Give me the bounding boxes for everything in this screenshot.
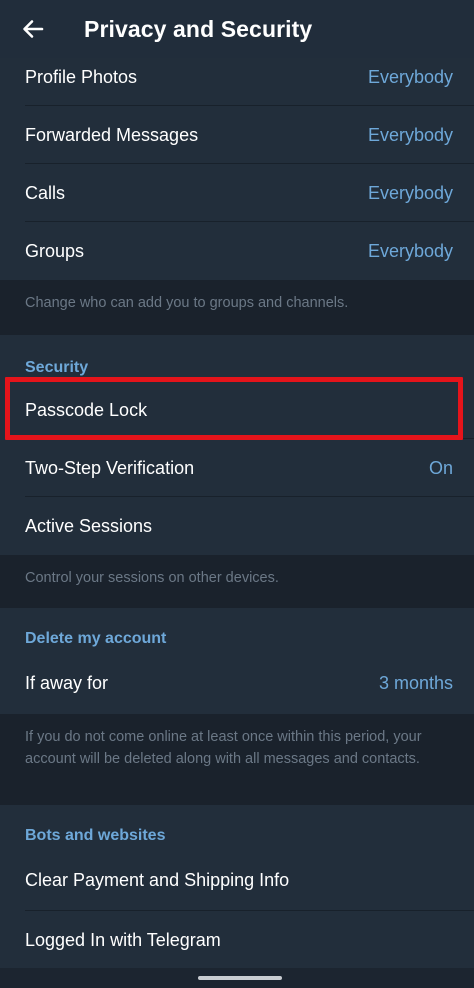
row-value: On (428, 457, 453, 478)
page-title: Privacy and Security (84, 15, 313, 42)
section-header-delete-account: Delete my account (25, 630, 167, 647)
security-card: Security Passcode Lock Two-Step Verifica… (0, 335, 474, 555)
row-value: Everybody (367, 182, 453, 203)
row-forwarded-messages[interactable]: Forwarded Messages Everybody (0, 106, 474, 164)
row-value: Everybody (367, 124, 453, 145)
row-label: Logged In with Telegram (25, 929, 221, 950)
row-value: 3 months (378, 672, 453, 693)
row-label: Active Sessions (25, 515, 153, 536)
section-header-bots: Bots and websites (25, 827, 166, 844)
back-button[interactable] (12, 8, 54, 50)
bots-card: Bots and websites Clear Payment and Ship… (0, 805, 474, 969)
security-info-text: Control your sessions on other devices. (0, 555, 474, 608)
row-groups[interactable]: Groups Everybody (0, 222, 474, 280)
row-value: Everybody (367, 240, 453, 261)
row-if-away-for[interactable]: If away for 3 months (0, 652, 474, 714)
row-label: Clear Payment and Shipping Info (25, 869, 290, 890)
settings-list: Profile Photos Everybody Forwarded Messa… (0, 48, 474, 969)
row-logged-in-telegram[interactable]: Logged In with Telegram (0, 911, 474, 969)
row-two-step-verification[interactable]: Two-Step Verification On (0, 439, 474, 497)
row-passcode-lock[interactable]: Passcode Lock (0, 381, 474, 439)
row-label: If away for (25, 672, 109, 693)
row-label: Calls (25, 182, 66, 203)
privacy-card: Profile Photos Everybody Forwarded Messa… (0, 48, 474, 280)
delete-account-info-text: If you do not come online at least once … (0, 714, 474, 805)
row-value: Everybody (367, 66, 453, 87)
delete-account-card: Delete my account If away for 3 months (0, 608, 474, 714)
gesture-handle[interactable] (198, 976, 282, 980)
row-active-sessions[interactable]: Active Sessions (0, 497, 474, 555)
arrow-left-icon (23, 20, 44, 38)
row-label: Passcode Lock (25, 399, 148, 420)
row-label: Profile Photos (25, 66, 138, 87)
row-calls[interactable]: Calls Everybody (0, 164, 474, 222)
row-label: Forwarded Messages (25, 124, 199, 145)
privacy-info-text: Change who can add you to groups and cha… (0, 280, 474, 335)
row-clear-payment-info[interactable]: Clear Payment and Shipping Info (0, 849, 474, 911)
row-label: Two-Step Verification (25, 457, 195, 478)
row-label: Groups (25, 240, 85, 261)
section-header-security: Security (25, 359, 89, 376)
app-bar: Privacy and Security (0, 0, 474, 58)
